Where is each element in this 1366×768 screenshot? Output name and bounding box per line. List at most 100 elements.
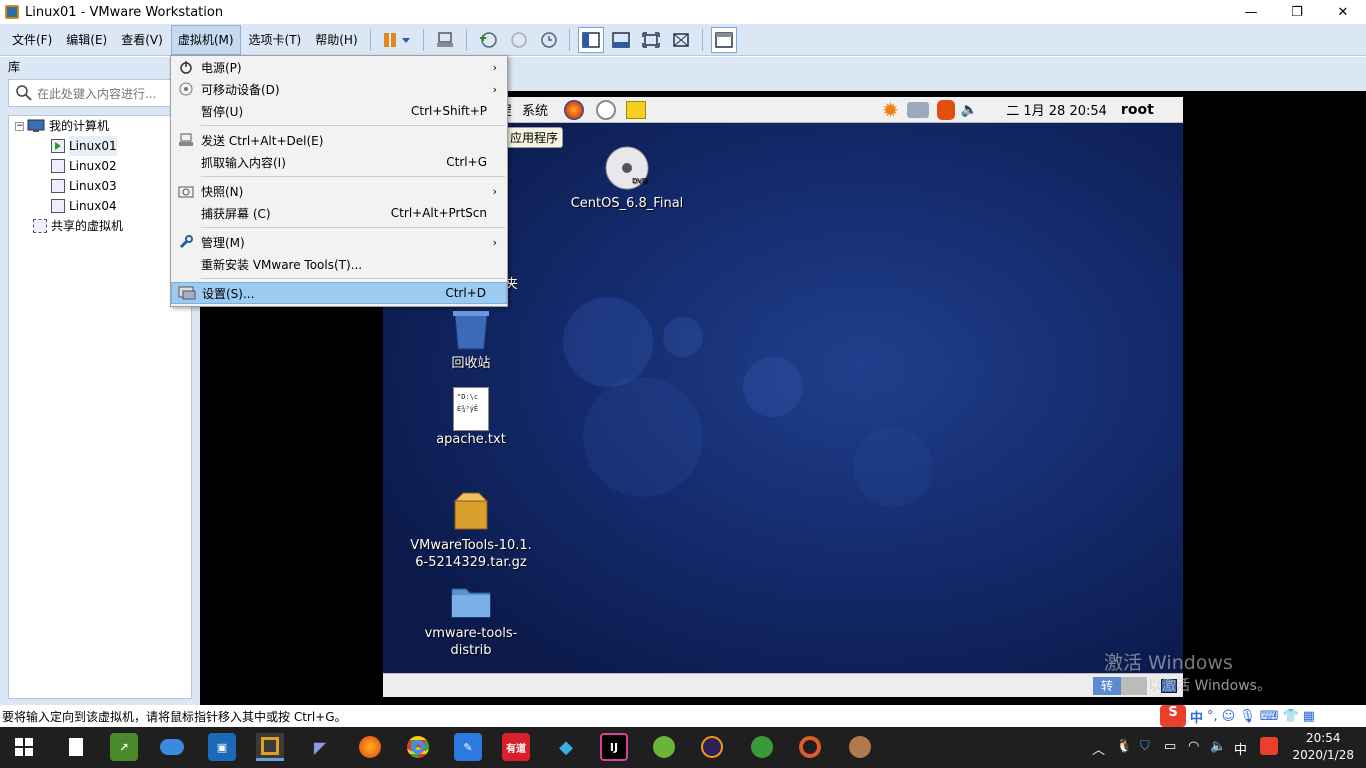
ime-punct[interactable]: °, [1207,709,1218,724]
emoji-icon[interactable]: ☺ [1222,709,1236,724]
revert-snapshot-button[interactable] [505,27,531,53]
tree-label: Linux01 [69,136,117,156]
panel-clock[interactable]: 二 1月 28 20:54 [1006,100,1107,119]
tray-usb-icon[interactable]: ▭ [1164,739,1176,754]
collapse-icon[interactable]: − [15,121,24,131]
menu-item-capture-screen[interactable]: 捕获屏幕 (C) Ctrl+Alt+PrtScn [171,202,507,224]
menu-item-manage[interactable]: 管理(M) › [171,231,507,253]
menu-item-power[interactable]: 电源(P) › [171,56,507,78]
taskbar-dolphin[interactable]: ◤ [306,733,334,761]
menu-edit[interactable]: 编辑(E) [60,25,113,55]
show-library-button[interactable] [577,26,604,53]
workspace-switcher[interactable]: 转 [1093,677,1121,695]
menu-item-label: 可移动设备(D) [201,82,280,97]
taskbar-chrome[interactable] [404,733,432,761]
taskbar-firefox[interactable] [356,733,384,761]
tray-qq-icon[interactable]: 🐧 [1116,739,1132,754]
volume-icon[interactable]: 🔈 [961,102,978,118]
start-button[interactable] [10,733,38,761]
desktop-icon-trash[interactable]: 回收站 [401,307,541,372]
grid-icon[interactable]: ▦ [1303,709,1315,724]
pause-button[interactable] [379,27,415,53]
taskbar-editor[interactable]: ✎ [454,733,482,761]
notes-icon[interactable] [626,100,647,119]
console-view-button[interactable] [710,26,737,53]
tree-node-my-computer[interactable]: − 我的计算机 [15,116,109,136]
taskbar-app-chart[interactable]: ↗ [110,733,138,761]
menu-item-send-ctrl-alt-del[interactable]: 发送 Ctrl+Alt+Del(E) [171,129,507,151]
menu-item-removable-devices[interactable]: 可移动设备(D) › [171,78,507,100]
taskbar-notepad[interactable] [62,733,90,761]
face-icon [849,736,871,758]
take-snapshot-button[interactable] [475,27,501,53]
menu-separator [201,227,505,228]
desktop-icon-apache-txt[interactable]: "D:\c É¾³ýÊ apache.txt [401,387,541,448]
mic-icon[interactable]: 🎙 [1239,709,1256,724]
fullscreen-button[interactable] [638,27,664,53]
tree-node-vm-linux01[interactable]: Linux01 [51,136,117,156]
unity-button[interactable] [668,27,694,53]
tree-node-vm-linux04[interactable]: Linux04 [51,196,117,216]
menu-tabs[interactable]: 选项卡(T) [243,25,308,55]
close-button[interactable]: ✕ [1320,0,1366,24]
tree-node-vm-linux02[interactable]: Linux02 [51,156,117,176]
desktop-icon-vmware-tools-distrib[interactable]: vmware-tools- distrib [401,581,541,659]
menu-item-reinstall-vmware-tools[interactable]: 重新安装 VMware Tools(T)... [171,253,507,275]
taskbar-eclipse[interactable] [698,733,726,761]
menu-view[interactable]: 查看(V) [115,25,169,55]
menu-help[interactable]: 帮助(H) [309,25,363,55]
panel-user[interactable]: root [1121,102,1154,118]
tray-shield-icon[interactable]: ⛉ [1140,739,1150,754]
panel-system-menu[interactable]: 系统 [522,100,548,119]
ime-lang[interactable]: 中 [1190,707,1203,726]
taskbar-spring[interactable] [650,733,678,761]
taskbar-vmware[interactable] [256,733,284,761]
workspace-slot[interactable] [1121,677,1147,695]
taskbar-cloud[interactable] [158,733,186,761]
menu-file[interactable]: 文件(F) [6,25,58,55]
tray-volume-icon[interactable]: 🔈 [1210,739,1226,754]
alert-icon[interactable] [936,99,955,120]
menu-item-pause[interactable]: 暂停(U) Ctrl+Shift+P [171,100,507,122]
maximize-button[interactable]: ❐ [1274,0,1320,24]
taskbar-app-face[interactable] [846,733,874,761]
taskbar-youdao[interactable]: 有道 [502,733,530,761]
snail-icon [799,736,821,758]
firefox-icon[interactable] [564,99,585,120]
update-icon[interactable]: ✹ [882,98,899,122]
taskbar-clock[interactable]: 20:54 2020/1/28 [1292,730,1354,764]
skin-icon[interactable]: 👕 [1283,709,1299,724]
tree-node-shared-vms[interactable]: 共享的虚拟机 [33,216,123,236]
sogou-icon[interactable]: S [1160,705,1186,727]
menu-item-settings[interactable]: 设置(S)... Ctrl+D [171,282,507,304]
menu-item-grab-input[interactable]: 抓取输入内容(I) Ctrl+G [171,151,507,173]
desktop-icon-label: CentOS_6.8_Final [570,196,684,211]
tray-ime-lang[interactable]: 中 [1234,739,1247,758]
desktop-icon-vmwaretools-archive[interactable]: VMwareTools-10.1. 6-5214329.tar.gz [401,489,541,571]
wrench-icon [179,235,193,249]
library-search-input[interactable]: 在此处键入内容进行... [8,79,193,107]
search-icon [16,85,32,101]
keyboard-icon[interactable]: ⌨ [1260,709,1279,724]
minimize-button[interactable]: — [1228,0,1274,24]
taskbar-spring-tool[interactable] [748,733,776,761]
desktop-icon-centos-dvd[interactable]: DVD CentOS_6.8_Final [557,145,697,212]
tray-wifi-icon[interactable]: ◠ [1188,739,1199,754]
menu-item-label: 捕获屏幕 (C) [201,206,271,221]
taskbar-snail[interactable] [796,733,824,761]
taskbar-app-cube[interactable]: ◆ [552,733,580,761]
thumbnail-bar-button[interactable] [608,27,634,53]
tray-chevron-icon[interactable]: ︿ [1092,739,1105,758]
taskbar-remote[interactable]: ▣ [208,733,236,761]
snapshot-manager-button[interactable] [535,27,561,53]
tree-node-vm-linux03[interactable]: Linux03 [51,176,117,196]
menu-item-label: 暂停(U) [201,104,244,119]
tray-sogou-icon[interactable] [1260,737,1278,755]
mail-icon[interactable] [596,99,617,120]
network-icon[interactable] [906,101,929,118]
menu-separator [201,278,505,279]
taskbar-intellij[interactable]: IJ [600,733,628,761]
send-ctrl-alt-del-button[interactable] [432,27,458,53]
menu-item-snapshot[interactable]: 快照(N) › [171,180,507,202]
menu-vm[interactable]: 虚拟机(M) [170,24,241,55]
